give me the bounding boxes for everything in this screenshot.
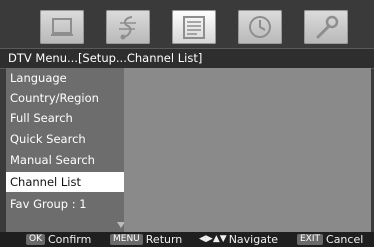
hint-cancel: EXIT Cancel	[297, 233, 363, 246]
setup-menu-list: Language Country/Region Full Search Quic…	[6, 68, 125, 232]
menu-key: MENU	[110, 234, 143, 245]
ok-key: OK	[26, 234, 45, 245]
tab-time[interactable]	[238, 10, 282, 44]
content-panel	[124, 68, 371, 232]
menu-item-language[interactable]: Language	[6, 68, 124, 88]
hint-return: MENU Return	[110, 233, 182, 246]
tab-settings[interactable]	[304, 10, 348, 44]
menu-tab-bar	[0, 0, 374, 48]
menu-header: DTV Menu...[Setup...Channel List]	[0, 48, 374, 69]
menu-item-channel-list[interactable]: Channel List	[6, 172, 124, 192]
return-label: Return	[145, 233, 183, 246]
hint-navigate: ◀▶▲▼ Navigate	[199, 233, 278, 246]
menu-item-full-search[interactable]: Full Search	[6, 108, 124, 128]
music-note-icon	[119, 16, 136, 40]
exit-key: EXIT	[297, 234, 324, 245]
menu-item-fav-group[interactable]: Fav Group : 1	[6, 194, 124, 214]
document-list-icon	[183, 16, 205, 39]
hint-confirm: OK Confirm	[26, 233, 91, 246]
tv-screen-icon	[51, 18, 73, 36]
menu-item-country-region[interactable]: Country/Region	[6, 88, 124, 108]
tab-picture[interactable]	[40, 10, 84, 44]
clock-icon	[249, 16, 271, 38]
wrench-icon	[316, 15, 339, 39]
breadcrumb: DTV Menu...[Setup...Channel List]	[8, 51, 203, 65]
tab-setup[interactable]	[172, 10, 216, 44]
confirm-label: Confirm	[48, 233, 92, 246]
navigate-arrows-icon: ◀▶▲▼	[199, 234, 227, 244]
key-hint-bar: OK Confirm MENU Return ◀▶▲▼ Navigate EXIT Ca…	[0, 232, 374, 247]
navigate-label: Navigate	[228, 233, 279, 246]
tab-audio[interactable]	[106, 10, 150, 44]
cancel-label: Cancel	[326, 233, 364, 246]
menu-item-quick-search[interactable]: Quick Search	[6, 129, 124, 149]
menu-item-manual-search[interactable]: Manual Search	[6, 150, 124, 170]
